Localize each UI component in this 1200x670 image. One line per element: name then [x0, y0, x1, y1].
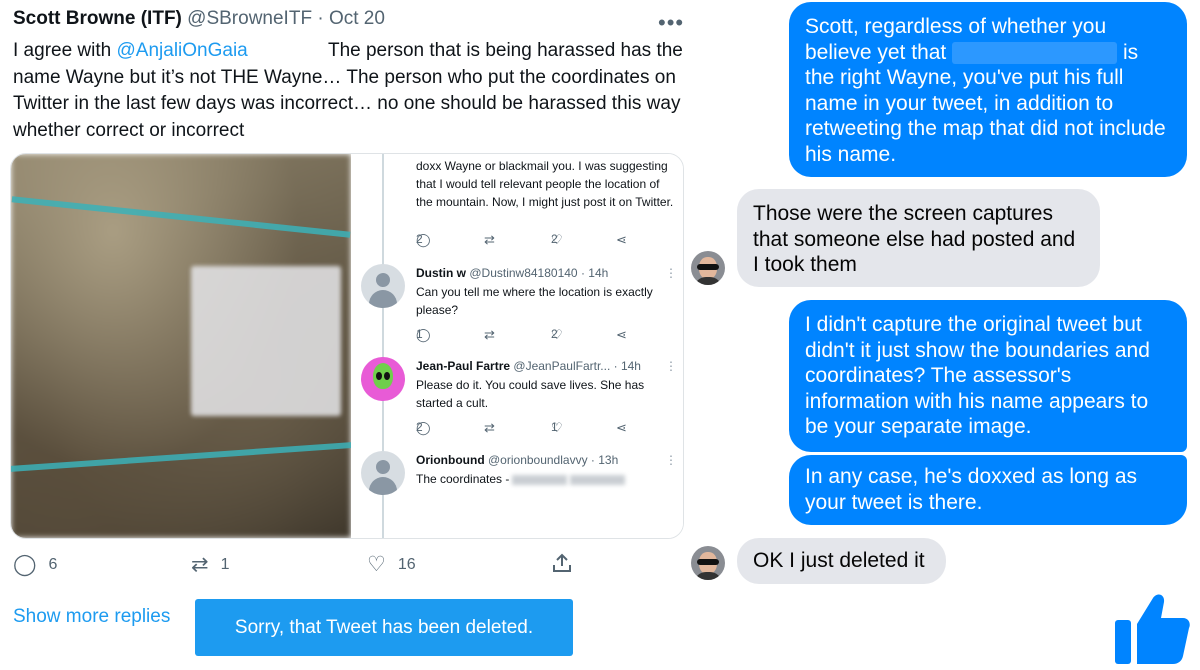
- kebab-icon: ⋮: [665, 453, 677, 467]
- default-avatar-icon: [361, 264, 405, 308]
- tweet-date[interactable]: Oct 20: [329, 8, 385, 29]
- screenshot-top-text: doxx Wayne or blackmail you. I was sugge…: [416, 159, 674, 209]
- show-more-replies-link[interactable]: Show more replies: [13, 606, 170, 628]
- message-bubble-outgoing[interactable]: Scott, regardless of whether you believe…: [789, 2, 1187, 177]
- default-avatar-icon: [361, 451, 405, 495]
- thumbs-up-icon[interactable]: [1113, 590, 1191, 666]
- heart-icon: ♡: [367, 553, 386, 576]
- alien-avatar-icon: [361, 357, 405, 401]
- reply-text: The coordinates -: [416, 470, 678, 488]
- tweet-deleted-notice[interactable]: Sorry, that Tweet has been deleted.: [195, 599, 573, 656]
- blurred-coordinates: [512, 474, 568, 485]
- message-bubble-outgoing[interactable]: In any case, he's doxxed as long as your…: [789, 455, 1187, 525]
- kebab-icon: ⋮: [665, 359, 677, 373]
- reply-header: Jean-Paul Fartre @JeanPaulFartr... · 14h: [416, 359, 641, 373]
- message-bubble-outgoing[interactable]: I didn't capture the original tweet but …: [789, 300, 1187, 452]
- blurred-coordinates: [570, 474, 626, 485]
- contact-avatar[interactable]: [691, 546, 725, 580]
- kebab-icon: ⋮: [665, 266, 677, 280]
- retweet-count: 1: [220, 555, 230, 573]
- reply-header: Orionbound @orionboundlavvy · 13h: [416, 453, 619, 467]
- more-options-icon[interactable]: •••: [658, 10, 684, 36]
- reply-text: Please do it. You could save lives. She …: [416, 378, 645, 410]
- redacted-region: [253, 41, 324, 60]
- author-name[interactable]: Scott Browne (ITF): [13, 8, 182, 29]
- message-text: Those were the screen captures that some…: [753, 202, 1076, 276]
- message-bubble-incoming[interactable]: OK I just deleted it: [737, 538, 946, 584]
- reply-button[interactable]: ◯ 6: [13, 552, 57, 577]
- retweet-icon: ⇄: [191, 553, 209, 576]
- message-text: In any case, he's doxxed as long as your…: [805, 465, 1138, 514]
- like-count: 16: [397, 555, 416, 573]
- embedded-tweet-screenshot: doxx Wayne or blackmail you. I was sugge…: [351, 154, 683, 538]
- tweet-actions: ◯ 6 ⇄ 1 ♡ 16: [13, 552, 683, 582]
- share-button[interactable]: [551, 552, 573, 574]
- message-bubble-incoming[interactable]: Those were the screen captures that some…: [737, 189, 1100, 287]
- like-button[interactable]: ♡ 16: [367, 552, 416, 577]
- tweet-text-prefix: I agree with: [13, 40, 117, 61]
- tweet-text: I agree with @AnjaliOnGaia The person th…: [13, 38, 683, 144]
- reply-text: Can you tell me where the location is ex…: [416, 285, 653, 317]
- tweet-media[interactable]: doxx Wayne or blackmail you. I was sugge…: [10, 153, 684, 539]
- retweet-button[interactable]: ⇄ 1: [191, 552, 230, 577]
- message-text: I didn't capture the original tweet but …: [805, 313, 1150, 438]
- reply-count: 6: [48, 555, 58, 573]
- share-upload-icon: [553, 553, 571, 572]
- date-separator: ·: [317, 8, 324, 29]
- map-popup-box: [191, 266, 341, 416]
- mention-link[interactable]: @AnjaliOnGaia: [117, 40, 248, 61]
- author-handle[interactable]: @SBrowneITF: [187, 8, 312, 29]
- tweet-header: Scott Browne (ITF) @SBrowneITF · Oct 20: [13, 8, 683, 34]
- redacted-name: [952, 41, 1118, 64]
- reply-header: Dustin w @Dustinw84180140 · 14h: [416, 266, 609, 280]
- reply-bubble-icon: ◯: [13, 553, 37, 576]
- contact-avatar[interactable]: [691, 251, 725, 285]
- message-text: OK I just deleted it: [753, 549, 925, 572]
